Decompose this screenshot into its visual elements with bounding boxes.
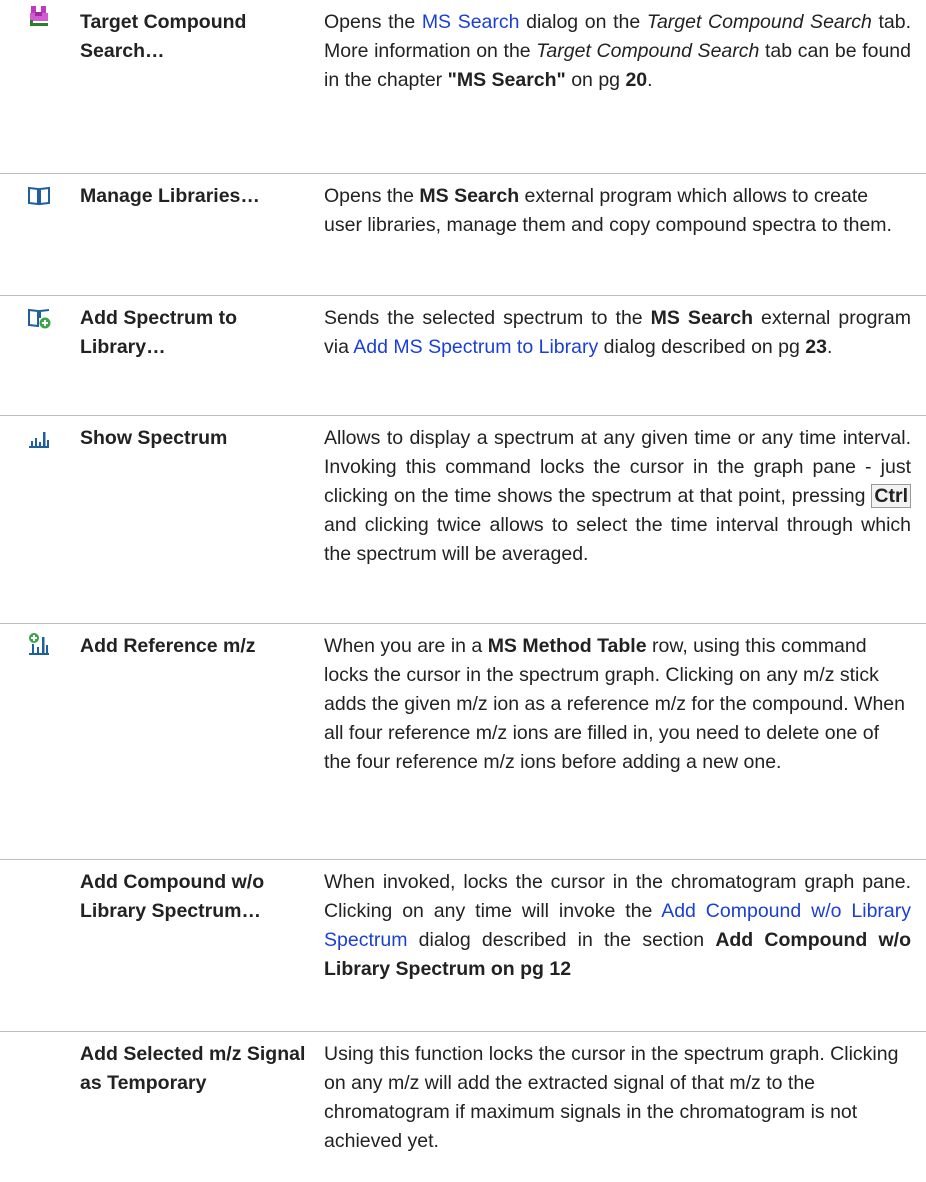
spectrum-icon: [29, 432, 49, 448]
table-row: Add Reference m/z When you are in a MS M…: [0, 624, 926, 860]
command-description: Opens the MS Search external program whi…: [324, 185, 892, 236]
table-row: Add Compound w/o Library Spectrum… When …: [0, 860, 926, 1032]
book-icon: [28, 186, 50, 206]
table-row: Manage Libraries… Opens the MS Search ex…: [0, 174, 926, 296]
table-row: Show Spectrum Allows to display a spectr…: [0, 416, 926, 624]
command-name: Add Reference m/z: [80, 635, 256, 657]
command-name: Manage Libraries…: [80, 185, 260, 207]
command-description: Sends the selected spectrum to the MS Se…: [324, 307, 911, 358]
command-name: Target Compound Search…: [80, 11, 247, 62]
command-name: Add Selected m/z Signal as Temporary: [80, 1043, 306, 1094]
reference-mz-icon: [29, 633, 49, 655]
table-row: Add Spectrum to Library… Sends the selec…: [0, 296, 926, 416]
book-add-icon: [28, 308, 51, 329]
table-row: Add Selected m/z Signal as Temporary Usi…: [0, 1032, 926, 1182]
command-name: Show Spectrum: [80, 427, 228, 449]
command-description: Opens the MS Search dialog on the Target…: [324, 11, 911, 91]
command-description: Allows to display a spectrum at any give…: [324, 427, 911, 565]
command-name: Add Compound w/o Library Spectrum…: [80, 871, 265, 922]
command-description: When you are in a MS Method Table row, u…: [324, 635, 905, 773]
command-name: Add Spectrum to Library…: [80, 307, 238, 358]
command-table: Target Compound Search… Opens the MS Sea…: [0, 0, 926, 1182]
add-ms-spectrum-link[interactable]: Add MS Spectrum to Library: [353, 336, 598, 358]
table-row: Target Compound Search… Opens the MS Sea…: [0, 0, 926, 174]
ctrl-key: Ctrl: [871, 484, 911, 508]
command-description: Using this function locks the cursor in …: [324, 1043, 899, 1152]
command-description: When invoked, locks the cursor in the ch…: [324, 871, 912, 980]
binoculars-icon: [30, 6, 48, 26]
ms-search-link[interactable]: MS Search: [422, 11, 520, 33]
